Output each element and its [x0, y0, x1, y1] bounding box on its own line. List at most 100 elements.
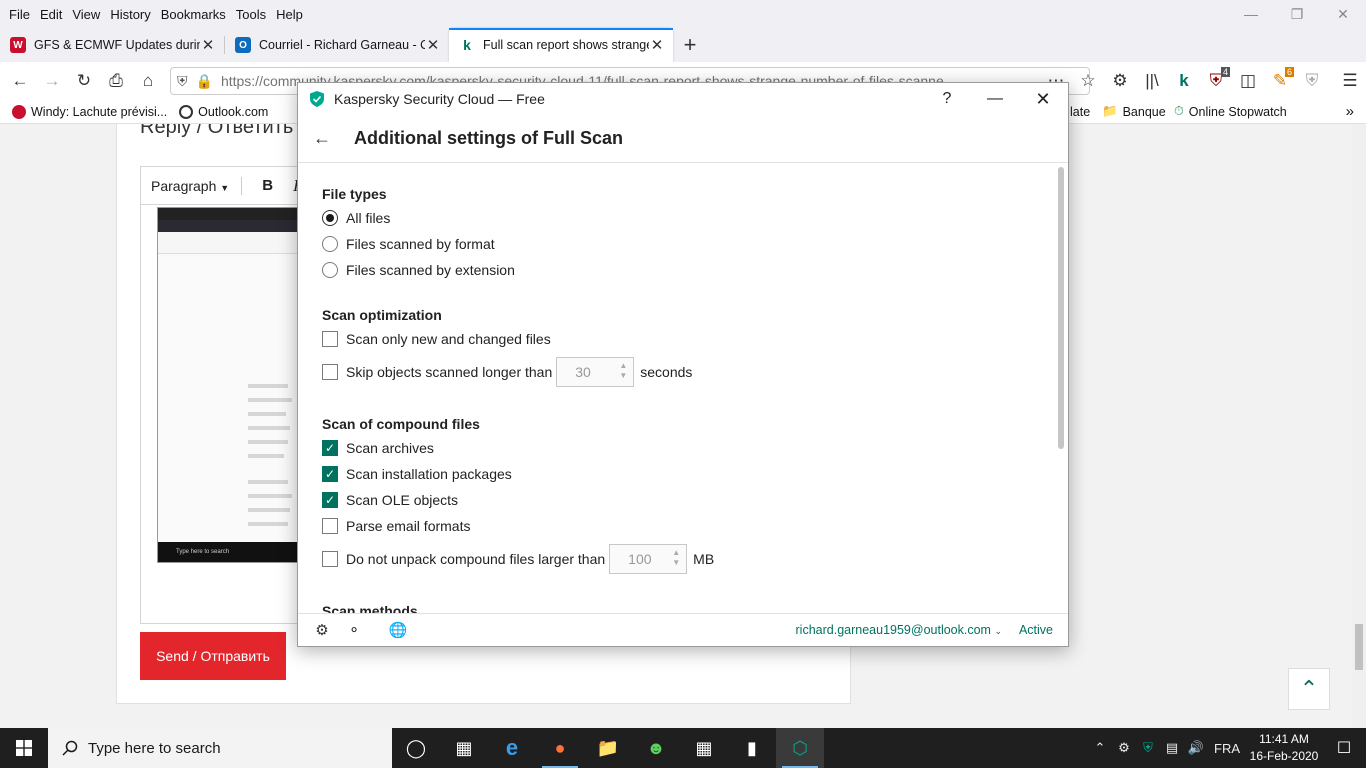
- license-status-link[interactable]: Active: [1019, 623, 1053, 637]
- kaspersky-taskbar-icon[interactable]: ⬡: [776, 728, 824, 768]
- dialog-scrollbar[interactable]: [1058, 167, 1064, 449]
- start-button[interactable]: [0, 728, 48, 768]
- menu-help[interactable]: Help: [271, 7, 308, 22]
- back-arrow-icon[interactable]: ←: [298, 128, 346, 149]
- show-hidden-icons-icon[interactable]: ⌃: [1088, 740, 1112, 756]
- home-icon[interactable]: ⌂: [132, 65, 164, 97]
- new-tab-icon[interactable]: +: [673, 28, 707, 62]
- minimize-icon[interactable]: —: [1228, 0, 1274, 28]
- hamburger-menu-icon[interactable]: ☰: [1334, 65, 1366, 97]
- privacy-badger-icon[interactable]: ⛨: [1296, 65, 1328, 97]
- radio-button[interactable]: [322, 210, 338, 226]
- checkbox-do-not-unpack[interactable]: Do not unpack compound files larger than…: [322, 544, 714, 574]
- radio-button[interactable]: [322, 262, 338, 278]
- edge-icon[interactable]: e: [488, 728, 536, 768]
- tab-close-icon[interactable]: ✕: [425, 36, 441, 54]
- extension-icon[interactable]: ✎ 6: [1264, 65, 1296, 97]
- checkbox-scan-installation-packages[interactable]: ✓ Scan installation packages: [322, 466, 512, 482]
- shield-icon[interactable]: ⛨: [177, 73, 188, 90]
- dialog-close-icon[interactable]: ✕: [1019, 83, 1067, 115]
- settings-gear-icon[interactable]: ⚙: [313, 621, 331, 639]
- radio-files-by-extension[interactable]: Files scanned by extension: [322, 262, 515, 278]
- scroll-to-top-button[interactable]: ⌃: [1288, 668, 1330, 710]
- bookmark-folder-banque[interactable]: 📁 Banque: [1096, 104, 1172, 119]
- checkbox-scan-archives[interactable]: ✓ Scan archives: [322, 440, 434, 456]
- bookmark-windy[interactable]: Windy: Lachute prévisi...: [6, 104, 173, 119]
- notification-center-icon[interactable]: ☐: [1322, 738, 1366, 758]
- checkbox[interactable]: [322, 331, 338, 347]
- help-button[interactable]: ?: [923, 83, 971, 115]
- firefox-icon[interactable]: ●: [536, 728, 584, 768]
- stepper-arrows-icon[interactable]: ▲ ▼: [672, 548, 680, 568]
- dialog-minimize-icon[interactable]: —: [971, 83, 1019, 115]
- settings-gear-icon[interactable]: ⚙: [1104, 65, 1136, 97]
- checkbox[interactable]: [322, 551, 338, 567]
- reload-icon[interactable]: ↻: [68, 65, 100, 97]
- radio-all-files[interactable]: All files: [322, 210, 390, 226]
- tab-close-icon[interactable]: ✕: [649, 36, 665, 54]
- volume-icon[interactable]: 🔊: [1184, 740, 1208, 756]
- bookmark-online-stopwatch[interactable]: ⏱ Online Stopwatch: [1168, 104, 1293, 119]
- menu-history[interactable]: History: [105, 7, 155, 22]
- bold-button[interactable]: B: [262, 177, 273, 194]
- close-icon[interactable]: ✕: [1320, 0, 1366, 28]
- menu-bookmarks[interactable]: Bookmarks: [156, 7, 231, 22]
- menu-tools[interactable]: Tools: [231, 7, 271, 22]
- page-scrollbar-thumb[interactable]: [1355, 624, 1363, 670]
- send-button[interactable]: Send / Отправить: [140, 632, 286, 680]
- vpn-app-icon[interactable]: ☻: [632, 728, 680, 768]
- paragraph-style-dropdown[interactable]: Paragraph ▼: [151, 178, 229, 194]
- checkbox-checked[interactable]: ✓: [322, 492, 338, 508]
- calculator-icon[interactable]: ▦: [680, 728, 728, 768]
- radio-files-by-format[interactable]: Files scanned by format: [322, 236, 495, 252]
- support-icon[interactable]: ⚬: [345, 621, 363, 639]
- bookmark-star-icon[interactable]: ☆: [1072, 65, 1104, 97]
- kaspersky-tray-icon[interactable]: ⛨: [1136, 740, 1160, 756]
- tab-courriel[interactable]: O Courriel - Richard Garneau - O ✕: [225, 28, 449, 62]
- checkbox-parse-email[interactable]: Parse email formats: [322, 518, 470, 534]
- forward-icon[interactable]: →: [36, 65, 68, 97]
- menu-view[interactable]: View: [67, 7, 105, 22]
- page-scrollbar[interactable]: [1352, 124, 1366, 728]
- checkbox-scan-ole-objects[interactable]: ✓ Scan OLE objects: [322, 492, 458, 508]
- security-tray-icon[interactable]: ⚙: [1112, 740, 1136, 756]
- tab-strip: W GFS & ECMWF Updates during ✕ O Courrie…: [0, 28, 1366, 62]
- checkbox-scan-new-changed[interactable]: Scan only new and changed files: [322, 331, 551, 347]
- taskbar-search-box[interactable]: Type here to search: [48, 728, 392, 768]
- app-tiles-icon[interactable]: ▮: [728, 728, 776, 768]
- checkbox-skip-objects[interactable]: Skip objects scanned longer than 30 ▲ ▼ s…: [322, 357, 692, 387]
- tab-close-icon[interactable]: ✕: [200, 36, 216, 54]
- maximize-icon[interactable]: ❐: [1274, 0, 1320, 28]
- library-icon[interactable]: ||\: [1136, 65, 1168, 97]
- unpack-size-stepper[interactable]: 100 ▲ ▼: [609, 544, 688, 574]
- ublock-icon[interactable]: ⛨ 4: [1200, 65, 1232, 97]
- my-kaspersky-globe-icon[interactable]: 🌐: [389, 621, 408, 639]
- language-indicator[interactable]: FRA: [1208, 741, 1246, 756]
- task-view-icon[interactable]: ▦: [440, 728, 488, 768]
- bookmark-outlook[interactable]: Outlook.com: [173, 104, 274, 119]
- account-dropdown[interactable]: richard.garneau1959@outlook.com ⌄: [796, 623, 1002, 637]
- checkbox-checked[interactable]: ✓: [322, 466, 338, 482]
- lock-icon[interactable]: 🔒: [196, 73, 213, 90]
- checkbox[interactable]: [322, 364, 338, 380]
- skip-seconds-stepper[interactable]: 30 ▲ ▼: [556, 357, 635, 387]
- checkbox-checked[interactable]: ✓: [322, 440, 338, 456]
- stepper-arrows-icon[interactable]: ▲ ▼: [619, 361, 627, 381]
- tab-gfs-ecmwf[interactable]: W GFS & ECMWF Updates during ✕: [0, 28, 224, 62]
- back-icon[interactable]: ←: [4, 65, 36, 97]
- reader-view-icon[interactable]: ◫: [1232, 65, 1264, 97]
- cortana-icon[interactable]: ◯: [392, 728, 440, 768]
- radio-button[interactable]: [322, 236, 338, 252]
- tab-full-scan-report[interactable]: k Full scan report shows strange ✕: [449, 28, 673, 62]
- file-explorer-icon[interactable]: 📁: [584, 728, 632, 768]
- menu-file[interactable]: File: [4, 7, 35, 22]
- bookmarks-overflow-icon[interactable]: »: [1346, 103, 1354, 120]
- clock[interactable]: 11:41 AM 16-Feb-2020: [1246, 731, 1322, 765]
- kaspersky-extension-icon[interactable]: k: [1168, 65, 1200, 97]
- radio-label: All files: [346, 210, 391, 226]
- print-icon[interactable]: ⎙: [100, 65, 132, 97]
- checkbox[interactable]: [322, 518, 338, 534]
- menu-edit[interactable]: Edit: [35, 7, 67, 22]
- embedded-screenshot-image: Type here to search: [157, 207, 299, 563]
- network-icon[interactable]: ▤: [1160, 740, 1184, 756]
